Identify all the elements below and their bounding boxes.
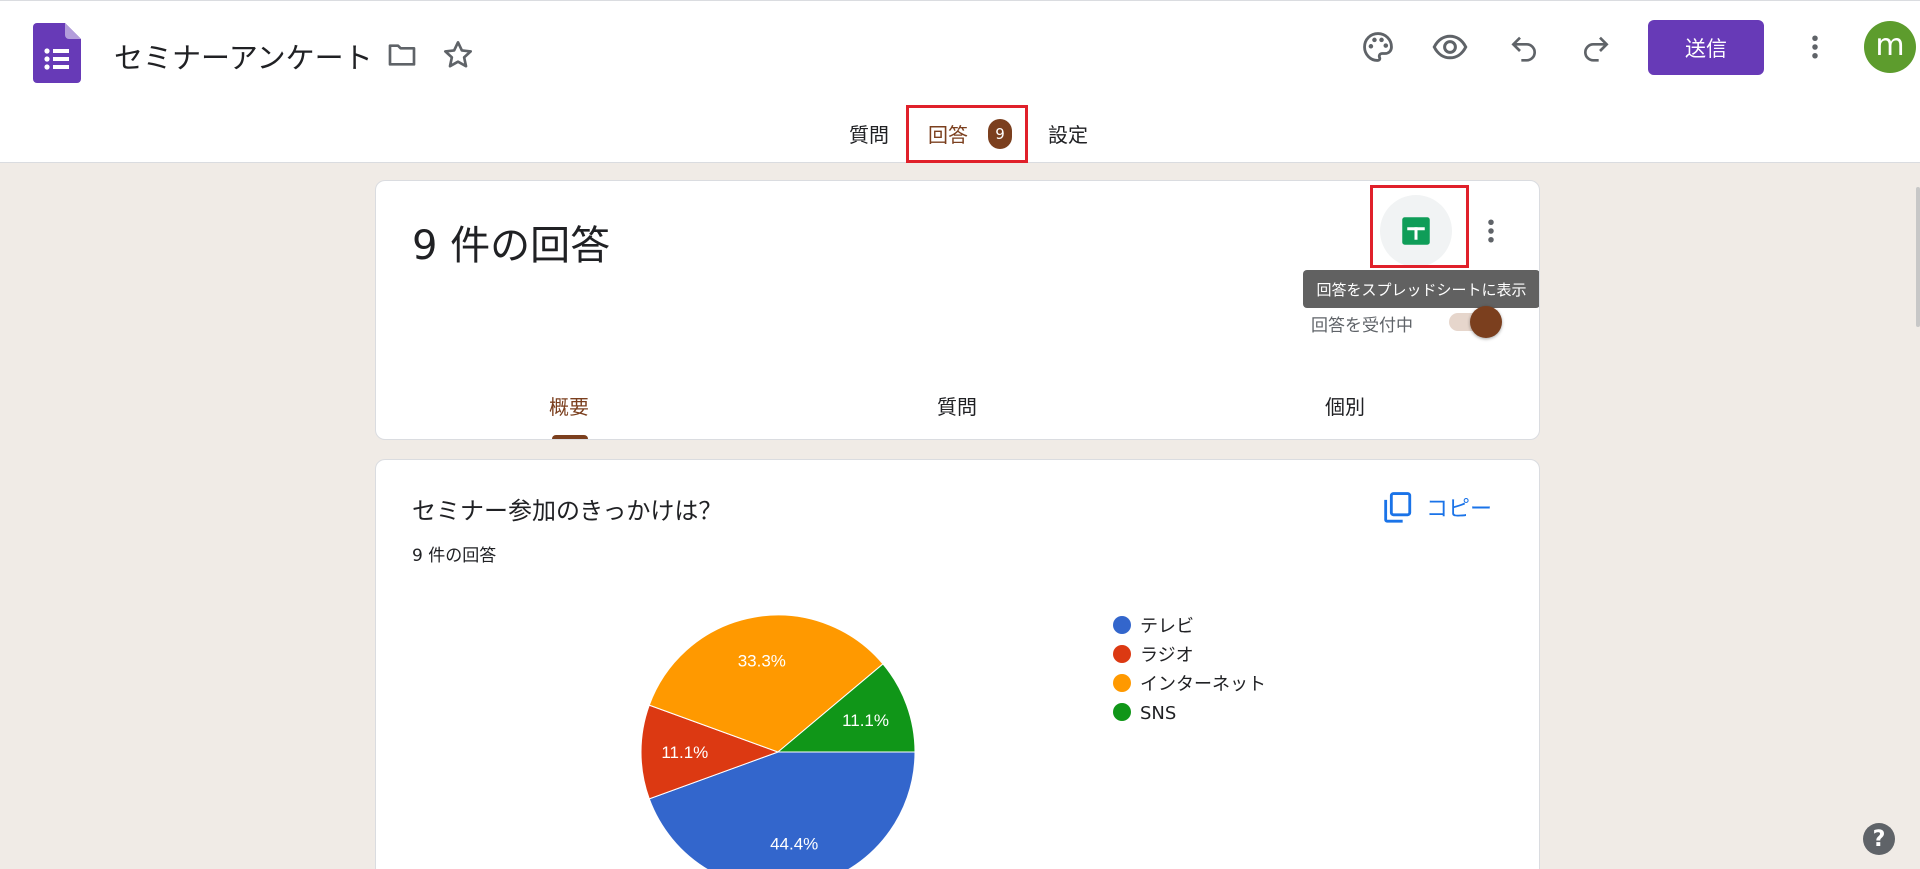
highlight-sheets-button [1370,185,1469,268]
pie-slice-label-0: 44.4% [770,835,818,854]
app-header: セミナーアンケート 送信 m 質問 回答 9 設定 [0,0,1920,163]
responses-count-title: 9 件の回答 [412,223,611,269]
account-avatar[interactable]: m [1864,21,1916,73]
undo-icon[interactable] [1498,21,1550,73]
legend-swatch-2 [1113,674,1131,692]
legend-swatch-0 [1113,616,1131,634]
sheets-tooltip: 回答をスプレッドシートに表示 [1303,270,1539,308]
subtab-question[interactable]: 質問 [937,391,977,420]
active-subtab-indicator [552,435,588,439]
pie-slice-label-3: 11.1% [842,711,889,730]
legend-label-1: ラジオ [1140,645,1194,666]
preview-eye-icon[interactable] [1424,21,1476,73]
toggle-thumb[interactable] [1470,306,1502,338]
page-scrollbar[interactable] [1916,187,1920,327]
tab-questions[interactable]: 質問 [849,119,889,148]
google-forms-logo[interactable] [33,23,81,83]
accepting-responses-label: 回答を受付中 [1311,316,1413,336]
send-button[interactable]: 送信 [1648,20,1764,75]
legend-swatch-1 [1113,645,1131,663]
highlight-responses-tab [906,105,1028,163]
folder-icon[interactable] [376,29,428,81]
pie-chart: 44.4% 11.1% 33.3% 11.1% テレビラジオインターネット SNS [640,614,1266,869]
tab-settings[interactable]: 設定 [1048,119,1088,148]
more-vert-icon[interactable] [1789,21,1841,73]
question-chart-card: セミナー参加のきっかけは？ 9 件の回答 コピー 44.4% 11.1% 33.3%… [375,459,1540,869]
legend-label-2: インターネット [1140,674,1266,695]
responses-more-vert-icon[interactable] [1466,206,1516,256]
form-title[interactable]: セミナーアンケート [114,35,373,77]
help-icon[interactable]: ? [1863,823,1895,855]
responses-summary-card: 9 件の回答 回答をスプレッドシートに表示 回答を受付中 概要 質問 個別 [375,180,1540,440]
subtab-individual[interactable]: 個別 [1325,391,1365,420]
legend-label-3: SNS [1140,703,1176,724]
palette-icon[interactable] [1352,21,1404,73]
pie-slice-label-2: 33.3% [738,651,786,670]
pie-slice-label-1: 11.1% [661,743,708,762]
redo-icon[interactable] [1570,21,1622,73]
legend-label-0: テレビ [1140,616,1194,637]
star-icon[interactable] [432,29,484,81]
legend-swatch-3 [1113,703,1131,721]
subtab-summary[interactable]: 概要 [549,391,589,420]
